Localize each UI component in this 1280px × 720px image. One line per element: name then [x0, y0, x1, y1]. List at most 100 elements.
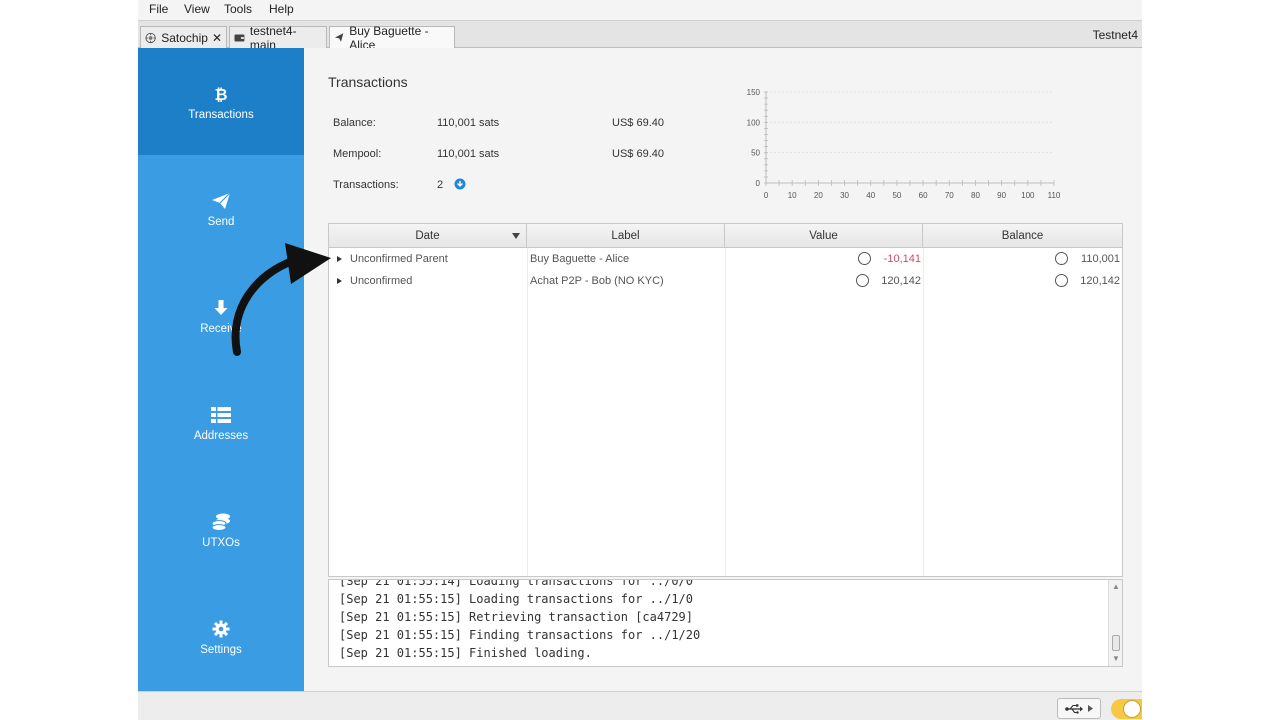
chart-x-tick-label: 40: [866, 191, 875, 200]
column-divider: [527, 248, 528, 576]
row-date: Unconfirmed Parent: [350, 253, 448, 265]
column-header-date[interactable]: Date: [329, 224, 527, 248]
close-icon[interactable]: ✕: [212, 31, 222, 45]
transactions-panel: Transactions Balance: 110,001 sats US$ 6…: [304, 48, 1142, 691]
sidebar-item-transactions[interactable]: ₿ Transactions: [138, 48, 304, 155]
sidebar-item-addresses[interactable]: Addresses: [138, 369, 304, 476]
sidebar-item-label: Send: [207, 215, 235, 228]
chart-x-tick-label: 10: [788, 191, 797, 200]
tab-buy-baguette[interactable]: Buy Baguette - Alice: [329, 24, 455, 52]
column-header-value[interactable]: Value: [725, 224, 923, 248]
addresses-list-icon: [211, 406, 231, 423]
row-label: Achat P2P - Bob (NO KYC): [530, 275, 664, 287]
chart-x-tick-label: 0: [764, 191, 769, 200]
chart-y-tick-label: 100: [747, 118, 761, 127]
confirmation-circle-icon: [858, 252, 871, 265]
wallet-icon: [234, 34, 245, 41]
chart-x-tick-label: 50: [892, 191, 901, 200]
download-circle-icon[interactable]: [454, 178, 466, 190]
confirmation-circle-icon: [1055, 274, 1068, 287]
menu-bar: File View Tools Help: [138, 0, 1142, 20]
bitcoin-icon: ₿: [214, 85, 227, 103]
sidebar-item-utxos[interactable]: UTXOs: [138, 476, 304, 583]
chart-x-tick-label: 70: [945, 191, 954, 200]
row-balance: 110,001: [1081, 253, 1120, 265]
tab-label: Satochip: [161, 30, 208, 45]
row-value: -10,141: [883, 253, 921, 265]
row-date: Unconfirmed: [350, 275, 413, 287]
row-balance: 120,142: [1080, 275, 1120, 287]
log-line: [Sep 21 01:55:15] Finished loading.: [339, 646, 592, 660]
column-divider: [923, 248, 924, 576]
transactions-count: 2: [437, 179, 444, 191]
sidebar: ₿ Transactions Send Receive Addresses UT…: [138, 48, 304, 691]
column-divider: [725, 248, 726, 576]
log-console[interactable]: [Sep 21 01:55:14] Loading transactions f…: [328, 579, 1123, 667]
sparrow-window: File View Tools Help Satochip ✕ testnet4…: [138, 0, 1142, 720]
transactions-table: Date Label Value Balance Unconfirmed Par…: [328, 223, 1123, 577]
annotation-arrow-icon: [231, 243, 331, 356]
chart-x-tick-label: 100: [1021, 191, 1035, 200]
usb-icon: [1065, 703, 1083, 714]
chart-x-tick-label: 60: [919, 191, 928, 200]
sort-descending-icon: [512, 233, 520, 239]
chart-y-tick-label: 150: [747, 88, 761, 97]
menu-help[interactable]: Help: [269, 2, 294, 16]
chart-x-tick-label: 90: [997, 191, 1006, 200]
row-label: Buy Baguette - Alice: [530, 253, 630, 265]
column-title: Balance: [1001, 230, 1044, 242]
chart-y-tick-label: 0: [756, 179, 761, 188]
balance-label: Balance:: [333, 117, 376, 129]
send-icon: [334, 33, 344, 42]
column-title: Date: [415, 230, 440, 242]
chart-x-tick-label: 30: [840, 191, 849, 200]
tab-testnet4-main[interactable]: testnet4-main: [229, 24, 327, 52]
balance-fiat: US$ 69.40: [612, 117, 664, 129]
table-row[interactable]: Unconfirmed Parent Buy Baguette - Alice …: [329, 248, 1122, 270]
sidebar-item-settings[interactable]: Settings: [138, 583, 304, 690]
menu-file[interactable]: File: [149, 2, 168, 16]
mempool-value: 110,001 sats: [437, 148, 500, 160]
connection-toggle[interactable]: [1111, 699, 1142, 719]
sidebar-item-label: UTXOs: [202, 536, 240, 549]
page-title: Transactions: [328, 74, 408, 90]
column-title: Label: [611, 230, 640, 242]
expand-triangle-icon[interactable]: [337, 278, 342, 284]
row-value: 120,142: [881, 275, 921, 287]
mempool-fiat: US$ 69.40: [612, 148, 664, 160]
scroll-down-icon[interactable]: ▼: [1112, 654, 1120, 663]
coins-icon: [211, 513, 230, 531]
chart-x-tick-label: 80: [971, 191, 980, 200]
satochip-icon: [145, 32, 156, 43]
gear-icon: [212, 620, 230, 637]
balance-value: 110,001 sats: [437, 117, 500, 129]
scroll-up-icon[interactable]: ▲: [1112, 582, 1120, 591]
log-scrollbar[interactable]: ▲ ▼: [1108, 580, 1122, 666]
tab-satochip[interactable]: Satochip ✕: [140, 26, 227, 48]
sidebar-item-label: Settings: [200, 643, 242, 656]
status-bar: [138, 691, 1142, 720]
log-line: [Sep 21 01:55:14] Loading transactions f…: [339, 579, 694, 588]
log-line: [Sep 21 01:55:15] Retrieving transaction…: [339, 610, 694, 624]
send-icon: [212, 192, 231, 209]
scroll-thumb[interactable]: [1112, 635, 1120, 651]
menu-view[interactable]: View: [184, 2, 210, 16]
table-header: Date Label Value Balance: [329, 224, 1122, 248]
toggle-knob: [1123, 700, 1141, 718]
chevron-right-icon: [1088, 705, 1093, 712]
chart-x-tick-label: 110: [1048, 191, 1061, 200]
confirmation-circle-icon: [856, 274, 869, 287]
sidebar-item-label: Transactions: [188, 108, 254, 121]
column-header-label[interactable]: Label: [527, 224, 725, 248]
column-title: Value: [809, 230, 838, 242]
network-label: Testnet4: [1092, 28, 1138, 42]
expand-triangle-icon[interactable]: [337, 256, 342, 262]
table-row[interactable]: Unconfirmed Achat P2P - Bob (NO KYC) 120…: [329, 270, 1122, 292]
tab-bar: Satochip ✕ testnet4-main Buy Baguette - …: [138, 20, 1142, 52]
column-header-balance[interactable]: Balance: [923, 224, 1122, 248]
sidebar-item-label: Addresses: [193, 429, 249, 442]
menu-tools[interactable]: Tools: [224, 2, 252, 16]
svg-text:₿: ₿: [214, 85, 227, 103]
chart-x-tick-label: 20: [814, 191, 823, 200]
usb-device-button[interactable]: [1057, 698, 1101, 719]
